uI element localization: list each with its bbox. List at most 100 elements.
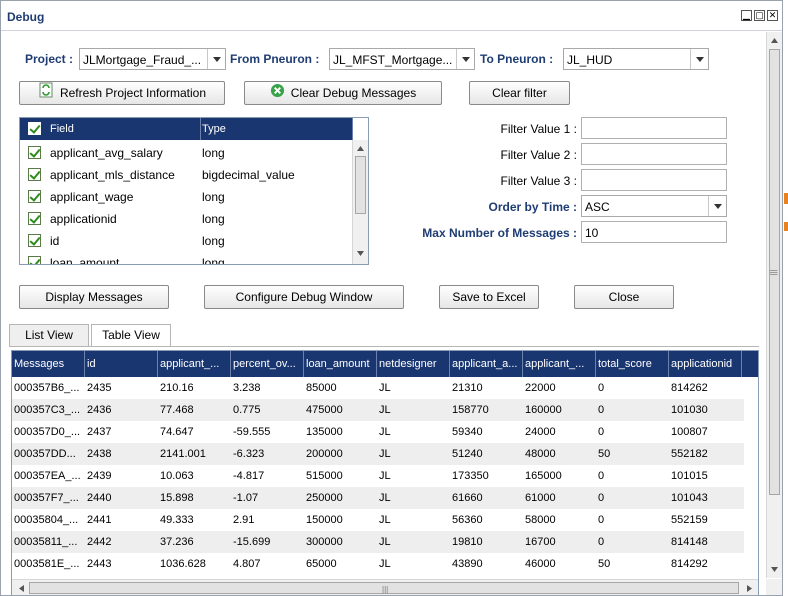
table-cell: 00035804_... bbox=[14, 514, 79, 526]
scroll-thumb[interactable]: ||| bbox=[769, 49, 780, 495]
field-checkbox[interactable] bbox=[28, 190, 41, 203]
field-row[interactable]: applicant_wage long bbox=[20, 186, 352, 208]
filter-value-1-input[interactable] bbox=[581, 117, 727, 139]
field-checkbox[interactable] bbox=[28, 168, 41, 181]
column-header[interactable]: applicant_a... bbox=[450, 351, 523, 377]
table-cell: 2435 bbox=[87, 382, 112, 394]
column-header[interactable]: applicant_... bbox=[523, 351, 596, 377]
refresh-project-button[interactable]: Refresh Project Information bbox=[19, 81, 225, 105]
field-row[interactable]: applicant_mls_distance bigdecimal_value bbox=[20, 164, 352, 186]
scroll-up-icon[interactable] bbox=[769, 35, 780, 46]
minimize-icon[interactable]: ▁ bbox=[741, 10, 752, 21]
table-cell: JL bbox=[379, 536, 391, 548]
field-name: applicationid bbox=[50, 212, 117, 226]
table-cell: 2443 bbox=[87, 558, 112, 570]
field-row[interactable]: id long bbox=[20, 230, 352, 252]
table-cell: 2441 bbox=[87, 514, 112, 526]
field-row[interactable]: applicant_avg_salary long bbox=[20, 142, 352, 164]
chevron-down-icon[interactable] bbox=[708, 196, 726, 216]
table-cell: 0 bbox=[598, 426, 605, 438]
table-cell: 19810 bbox=[452, 536, 483, 548]
tab-list-view[interactable]: List View bbox=[9, 324, 89, 346]
display-messages-button[interactable]: Display Messages bbox=[19, 285, 169, 309]
table-cell: 552159 bbox=[671, 514, 708, 526]
table-cell: 000357C3_... bbox=[14, 404, 81, 416]
field-grid-header: Field Type bbox=[20, 118, 352, 140]
field-row[interactable]: applicationid long bbox=[20, 208, 352, 230]
configure-debug-window-button[interactable]: Configure Debug Window bbox=[204, 285, 404, 309]
table-row[interactable]: 000357F7_... 2440 15.898 -1.07 250000 JL 61660… bbox=[12, 487, 744, 509]
field-name: applicant_mls_distance bbox=[50, 168, 175, 182]
field-checkbox[interactable] bbox=[28, 256, 41, 264]
table-cell: JL bbox=[379, 492, 391, 504]
scroll-down-icon[interactable] bbox=[769, 564, 780, 575]
table-row[interactable]: 00035811_... 2442 37.236 -15.699 300000 JL 198… bbox=[12, 531, 744, 553]
column-header[interactable]: total_score bbox=[596, 351, 669, 377]
field-grid-scrollbar[interactable] bbox=[352, 140, 368, 264]
chevron-down-icon[interactable] bbox=[690, 49, 708, 69]
table-cell: 50 bbox=[598, 558, 611, 570]
filter-value-3-input[interactable] bbox=[581, 169, 727, 191]
table-row[interactable]: 000357C3_... 2436 77.468 0.775 475000 JL 15877… bbox=[12, 399, 744, 421]
table-cell: 61660 bbox=[452, 492, 483, 504]
table-cell: 10.063 bbox=[160, 470, 194, 482]
table-row[interactable]: 000357DD... 2438 2141.001 -6.323 200000 JL 512… bbox=[12, 443, 744, 465]
table-row[interactable]: 0003581E_... 2443 1036.628 4.807 65000 JL 4389… bbox=[12, 553, 744, 575]
column-header[interactable]: applicationid bbox=[669, 351, 742, 377]
column-header[interactable]: percent_ov... bbox=[231, 351, 304, 377]
window-controls: ▁ ▢ ✕ bbox=[741, 10, 778, 21]
field-checkbox[interactable] bbox=[28, 146, 41, 159]
select-all-checkbox[interactable] bbox=[28, 122, 41, 135]
debug-window: Debug ▁ ▢ ✕ Project : JLMortgage_Fraud_.… bbox=[0, 0, 783, 596]
column-header[interactable]: netdesigner bbox=[377, 351, 450, 377]
from-pneuron-select[interactable]: JL_MFST_Mortgage... bbox=[329, 48, 475, 70]
order-by-time-select[interactable]: ASC bbox=[581, 195, 727, 217]
maximize-icon[interactable]: ▢ bbox=[754, 10, 765, 21]
scroll-up-icon[interactable] bbox=[355, 143, 366, 154]
save-to-excel-button[interactable]: Save to Excel bbox=[439, 285, 539, 309]
table-cell: 22000 bbox=[525, 382, 556, 394]
window-scrollbar[interactable]: ||| bbox=[766, 32, 782, 578]
column-header[interactable]: applicant_... bbox=[158, 351, 231, 377]
clear-icon bbox=[270, 83, 285, 105]
table-cell: 1036.628 bbox=[160, 558, 206, 570]
filter-value-2-input[interactable] bbox=[581, 143, 727, 165]
tab-table-view[interactable]: Table View bbox=[91, 324, 171, 347]
scroll-thumb[interactable] bbox=[355, 156, 366, 214]
table-cell: 515000 bbox=[306, 470, 343, 482]
clear-filter-button[interactable]: Clear filter bbox=[469, 81, 570, 105]
scroll-left-icon[interactable] bbox=[16, 583, 27, 595]
scroll-thumb[interactable]: ||| bbox=[29, 582, 739, 594]
chevron-down-icon[interactable] bbox=[456, 49, 474, 69]
field-checkbox[interactable] bbox=[28, 234, 41, 247]
project-select[interactable]: JLMortgage_Fraud_... bbox=[79, 48, 226, 70]
field-type: long bbox=[202, 234, 225, 248]
table-horizontal-scrollbar[interactable]: ||| bbox=[12, 579, 758, 595]
field-row[interactable]: loan_amount long bbox=[20, 252, 352, 264]
table-cell: 0 bbox=[598, 404, 605, 416]
table-cell: 0 bbox=[598, 536, 605, 548]
to-pneuron-value: JL_HUD bbox=[567, 53, 613, 67]
table-row[interactable]: 00035804_... 2441 49.333 2.91 150000 JL 56360 5… bbox=[12, 509, 744, 531]
table-row[interactable]: 000357B6_... 2435 210.16 3.238 85000 JL 21310 2… bbox=[12, 377, 744, 399]
table-cell: 15.898 bbox=[160, 492, 194, 504]
table-cell: 43890 bbox=[452, 558, 483, 570]
close-icon[interactable]: ✕ bbox=[767, 10, 778, 21]
table-row[interactable]: 000357EA_... 2439 10.063 -4.817 515000 JL 1733… bbox=[12, 465, 744, 487]
scroll-right-icon[interactable] bbox=[744, 583, 755, 595]
filter-value-3-label: Filter Value 3 : bbox=[500, 174, 577, 188]
chevron-down-icon[interactable] bbox=[207, 49, 225, 69]
field-header: Field bbox=[50, 123, 74, 135]
table-cell: 0 bbox=[598, 382, 605, 394]
scroll-down-icon[interactable] bbox=[355, 248, 366, 259]
field-checkbox[interactable] bbox=[28, 212, 41, 225]
table-row[interactable]: 000357D0_... 2437 74.647 -59.555 135000 JL 593… bbox=[12, 421, 744, 443]
column-header[interactable]: Messages bbox=[12, 351, 85, 377]
column-header[interactable]: id bbox=[85, 351, 158, 377]
column-header[interactable]: loan_amount bbox=[304, 351, 377, 377]
close-button[interactable]: Close bbox=[574, 285, 674, 309]
to-pneuron-select[interactable]: JL_HUD bbox=[563, 48, 709, 70]
clear-debug-messages-button[interactable]: Clear Debug Messages bbox=[244, 81, 442, 105]
table-cell: 4.807 bbox=[233, 558, 261, 570]
max-messages-input[interactable]: 10 bbox=[581, 221, 727, 243]
